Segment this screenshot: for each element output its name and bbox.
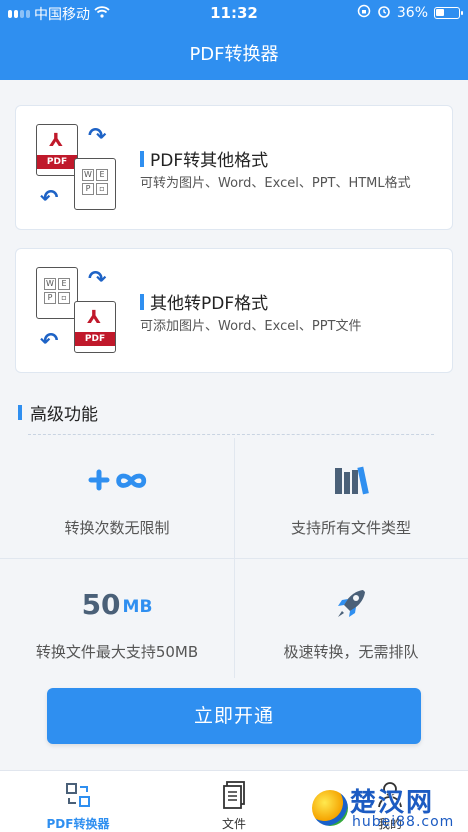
file-icon: [156, 781, 312, 809]
card-title: 其他转PDF格式: [140, 289, 268, 314]
battery-icon: [434, 7, 463, 19]
card-desc: 可添加图片、Word、Excel、PPT文件: [140, 319, 362, 334]
office-doc-icon: W E P ▫: [36, 267, 78, 319]
site-watermark: 楚汉网 hubei88.com: [306, 780, 468, 832]
orientation-lock-icon: [357, 4, 371, 22]
size-icon: 50 MB: [81, 587, 153, 621]
status-bar: 中国移动 11:32 36%: [0, 0, 468, 26]
feature-label: 转换文件最大支持50MB: [35, 643, 199, 661]
card-title: PDF转其他格式: [140, 146, 268, 171]
office-doc-icon: W E P ▫: [74, 158, 116, 210]
convert-icon: [0, 781, 156, 809]
tab-converter[interactable]: PDF转换器: [0, 771, 156, 832]
acrobat-icon: ⅄: [87, 307, 101, 328]
tab-files[interactable]: 文件: [156, 771, 312, 832]
pdf-to-other-card[interactable]: ⅄ PDF ↷ W E P ▫ ↶ PDF转其他格式 可转为图片、Word、Excel…: [15, 105, 453, 230]
globe-logo-icon: [312, 790, 348, 826]
rocket-icon: [234, 584, 468, 624]
plus-infinity-icon: [0, 460, 234, 500]
arrow-right-icon: ↷: [88, 267, 107, 292]
battery-percent: 36%: [396, 5, 428, 21]
feature-label: 极速转换，无需排队: [283, 643, 419, 661]
other-to-pdf-card[interactable]: W E P ▫ ↷ ⅄ PDF ↶ 其他转PDF格式 可添加图片、Word、Excel…: [15, 248, 453, 373]
feature-all-types: 支持所有文件类型: [234, 434, 468, 558]
alarm-icon: [377, 4, 391, 22]
feature-label: 转换次数无限制: [64, 519, 170, 537]
section-title: 高级功能: [18, 400, 98, 425]
activate-button[interactable]: 立即开通: [47, 688, 421, 744]
feature-50mb: 50 MB 转换文件最大支持50MB: [0, 558, 234, 682]
grid-divider: [0, 558, 468, 559]
feature-fast: 极速转换，无需排队: [234, 558, 468, 682]
page-title: PDF转换器: [189, 44, 279, 65]
books-icon: [234, 460, 468, 500]
feature-unlimited: 转换次数无限制: [0, 434, 234, 558]
arrow-right-icon: ↷: [88, 124, 107, 149]
app-header: 中国移动 11:32 36% PDF转换器: [0, 0, 468, 80]
card-desc: 可转为图片、Word、Excel、PPT、HTML格式: [140, 176, 411, 191]
pdf-doc-icon: ⅄ PDF: [36, 124, 78, 176]
acrobat-icon: ⅄: [49, 130, 63, 151]
arrow-left-icon: ↶: [40, 329, 59, 354]
arrow-left-icon: ↶: [40, 186, 59, 211]
pdf-doc-icon: ⅄ PDF: [74, 301, 116, 353]
feature-label: 支持所有文件类型: [290, 519, 411, 537]
